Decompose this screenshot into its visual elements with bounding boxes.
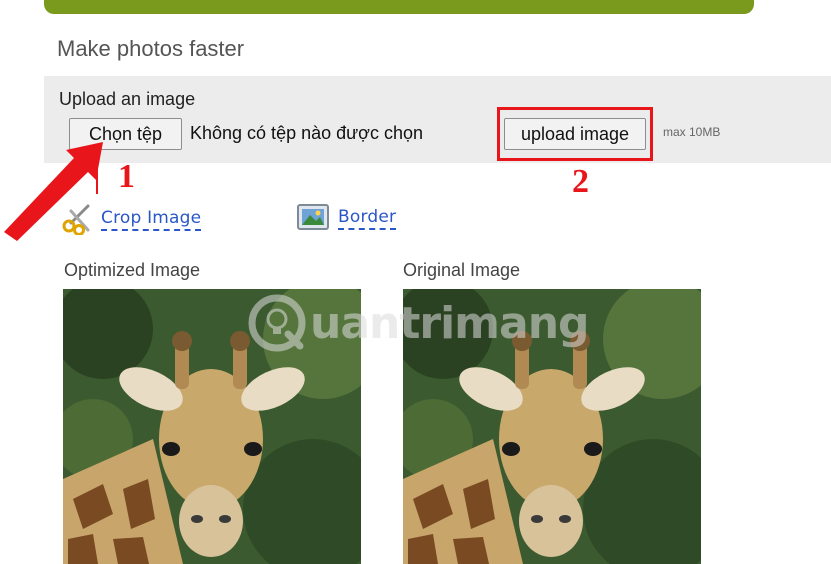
watermark: uantrimang <box>248 294 590 352</box>
picture-frame-icon <box>297 204 329 230</box>
lightbulb-logo-icon <box>248 294 306 352</box>
border-tool[interactable]: Border <box>296 203 397 233</box>
original-image-caption: Original Image <box>403 260 521 280</box>
scissors-icon <box>62 204 90 235</box>
border-link[interactable]: Border <box>338 207 397 230</box>
crop-image-link[interactable]: Crop Image <box>101 208 202 231</box>
watermark-text: uantrimang <box>310 297 590 349</box>
crop-image-tool[interactable]: Crop Image <box>61 203 202 235</box>
optimized-image-caption: Optimized Image <box>64 260 201 280</box>
step-number-1: 1 <box>118 158 135 195</box>
step-number-2: 2 <box>572 163 589 200</box>
